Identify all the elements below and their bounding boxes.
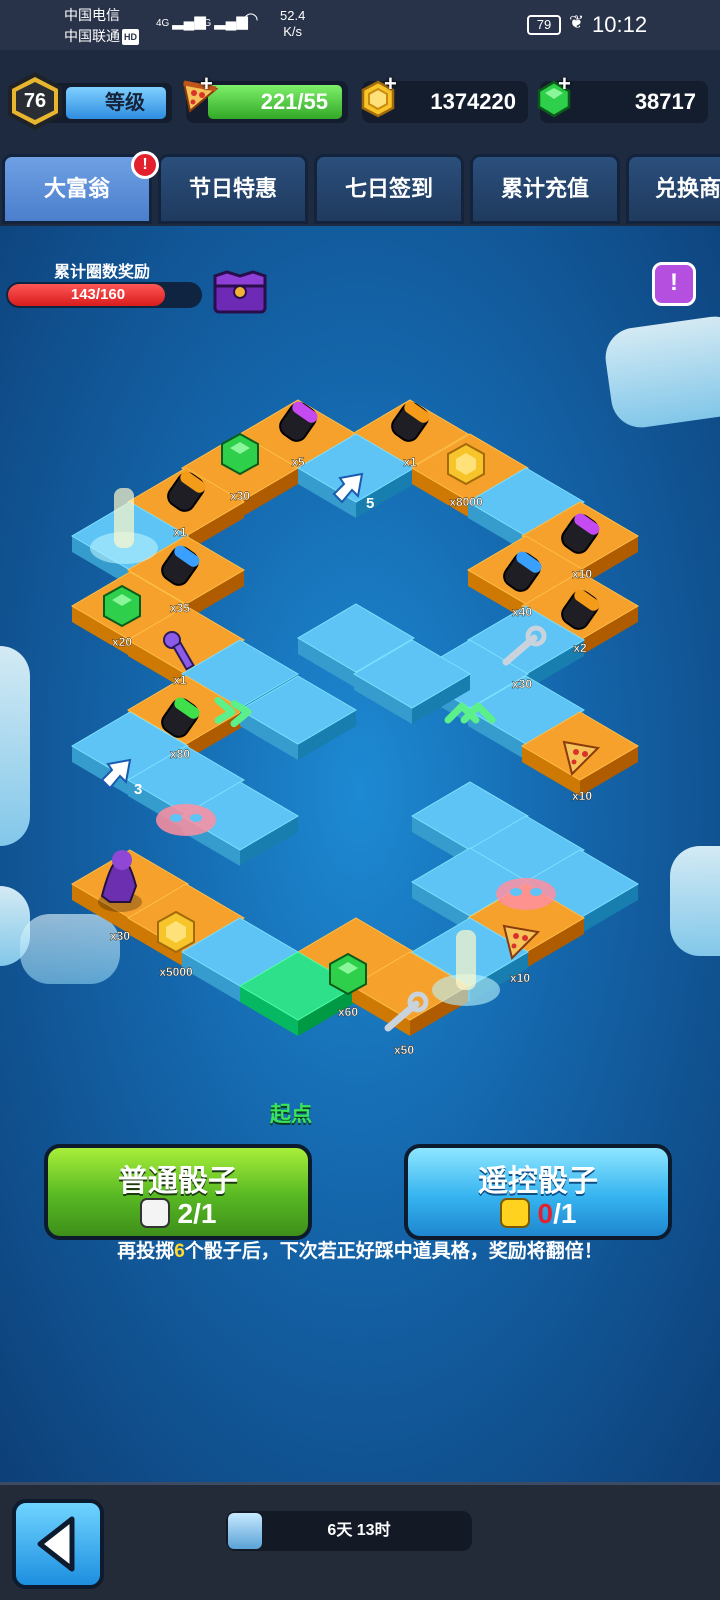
pizza-energy[interactable]: + 221/55 — [182, 71, 348, 123]
wifi-icon: ◠ — [243, 9, 259, 29]
pizza-count: 221/55 — [260, 89, 328, 114]
gem-icon — [103, 584, 141, 628]
remote-dice-count: 0/1 — [408, 1197, 668, 1231]
tile-reward-label: x5000 — [159, 965, 193, 979]
tab-seven-day-checkin[interactable]: 七日签到 — [314, 154, 464, 224]
status-bar: 中国电信 中国联通 HD 4G ▂▄▆ 4G ▂▄▆ ◠ 52.4 K/s 79 ❦… — [0, 0, 720, 50]
hd-badge: HD — [122, 29, 139, 46]
tile-reward-label: x1 — [173, 525, 187, 539]
level-label: 等级 — [66, 87, 166, 119]
tile-reward-label: x40 — [512, 605, 532, 619]
battery-icon: 79 — [527, 15, 561, 35]
timer-text: 6天 13时 — [327, 1522, 391, 1539]
tile-reward-label: x35 — [170, 601, 190, 615]
tab-holiday-deals[interactable]: 节日特惠 — [158, 154, 308, 224]
arrow-step-label: 3 — [134, 781, 142, 798]
board-area: 累计圈数奖励 143/160 ! 5 3 x5 x1 x30 x8000 x1 x10 x35 x… — [0, 226, 720, 1482]
signal-icon-2: 4G ▂▄▆ — [198, 13, 248, 30]
remote-dice-title: 遥控骰子 — [478, 1165, 598, 1198]
alert-icon: ! — [131, 151, 159, 179]
normal-dice-count: 2/1 — [48, 1197, 308, 1231]
tab-cumulative-topup[interactable]: 累计充值 — [470, 154, 620, 224]
leaf-icon: ❦ — [569, 12, 585, 32]
tile-reward-label: x8000 — [449, 495, 483, 509]
tab-monopoly[interactable]: 大富翁 ! — [2, 151, 159, 224]
add-pizza-icon[interactable]: + — [200, 71, 213, 97]
skull-trap-icon — [156, 804, 216, 836]
normal-dice-title: 普通骰子 — [118, 1165, 238, 1198]
tile-reward-label: x30 — [512, 677, 532, 691]
gem-icon — [329, 952, 367, 996]
gem-count: 38717 — [634, 89, 696, 114]
start-label: 起点 — [270, 1103, 312, 1126]
add-gem-icon[interactable]: + — [558, 71, 571, 97]
coin-icon — [157, 910, 195, 954]
tile-reward-label: x20 — [112, 635, 132, 649]
tile-reward-label: x1 — [173, 673, 187, 687]
back-button[interactable] — [12, 1499, 104, 1589]
carrier-1: 中国电信 — [64, 7, 120, 23]
tile-reward-label: x10 — [572, 567, 592, 581]
event-tabs: 大富翁 ! 节日特惠 七日签到 累计充值 兑换商 — [0, 150, 720, 226]
arrow-step-label: 5 — [366, 495, 374, 512]
tile-reward-label: x60 — [338, 1005, 358, 1019]
normal-dice-button[interactable]: 普通骰子 2/1 — [44, 1144, 312, 1240]
remote-dice-button[interactable]: 遥控骰子 0/1 — [404, 1144, 672, 1240]
bottom-bar: 6天 13时 — [0, 1482, 720, 1600]
tile-reward-label: x10 — [510, 971, 530, 985]
tile-reward-label: x50 — [394, 1043, 414, 1057]
clock: 10:12 — [592, 12, 648, 37]
network-speed: 52.4 K/s — [280, 8, 306, 39]
tile-reward-label: x2 — [573, 641, 587, 655]
event-timer: 6天 13时 — [226, 1511, 472, 1551]
board-svg: 5 3 x5 x1 x30 x8000 x1 x10 x35 x40 x2 x20 x1 x30 x80 x1… — [71, 399, 639, 1057]
tile-reward-label: x80 — [170, 747, 190, 761]
carrier-2: 中国联通 HD — [64, 28, 139, 46]
tile-reward-label: x1 — [403, 455, 417, 469]
double-reward-hint: 再投掷6个骰子后，下次若正好踩中道具格，奖励将翻倍！ — [117, 1241, 603, 1262]
tile-reward-label: x30 — [110, 929, 130, 943]
back-arrow-icon — [37, 1516, 75, 1572]
add-coin-icon[interactable]: + — [384, 71, 397, 97]
resource-bar: 等级 76 + 221/55 + 1374220 + 38717 — [0, 50, 720, 150]
white-dice-icon — [139, 1197, 170, 1228]
tile-reward-label: x30 — [230, 489, 250, 503]
coin-count: 1374220 — [430, 89, 516, 114]
coin-balance[interactable]: + 1374220 — [361, 71, 528, 123]
tile-reward-label: x5 — [291, 455, 305, 469]
game-screen: 中国电信 中国联通 HD 4G ▂▄▆ 4G ▂▄▆ ◠ 52.4 K/s 79 ❦… — [0, 0, 720, 1600]
skull-trap-icon — [496, 878, 556, 910]
gem-balance[interactable]: + 38717 — [537, 71, 708, 123]
gem-icon — [221, 432, 259, 476]
yellow-dice-icon — [499, 1197, 530, 1228]
tab-exchange-shop[interactable]: 兑换商 — [626, 154, 720, 224]
coin-icon — [447, 442, 485, 486]
tile-reward-label: x10 — [572, 789, 592, 803]
